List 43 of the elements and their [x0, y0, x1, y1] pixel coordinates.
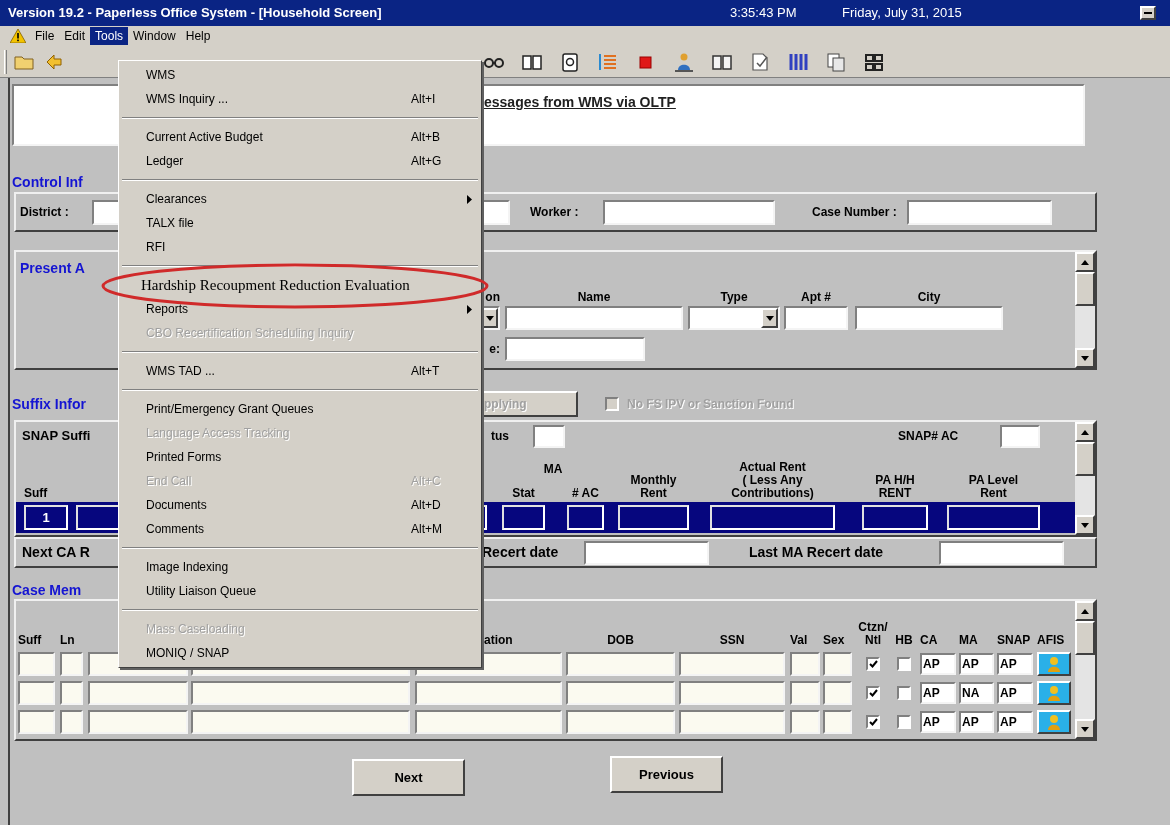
column-header: PA Level Rent [967, 474, 1020, 500]
column-header: Val [790, 634, 809, 647]
field-label: SNAP Suffi [22, 427, 92, 446]
field-label: Last MA Recert date [749, 543, 885, 562]
section-heading: Suffix Infor [12, 394, 87, 414]
current-date: Friday, July 31, 2015 [842, 4, 962, 23]
column-header: MA [543, 463, 563, 476]
column-header: DOB [606, 634, 635, 647]
field-label: tus [490, 428, 509, 445]
field-label: Next CA R [22, 543, 91, 562]
field-label: District : [20, 204, 70, 221]
section-heading: Case Mem [12, 580, 82, 600]
column-header: Sex [823, 634, 846, 647]
clock-time: 3:35:43 PM [730, 4, 798, 23]
column-header: Stat [511, 487, 536, 500]
column-header: Actual Rent ( Less Any Contributions) [730, 461, 815, 500]
field-label: Worker : [530, 204, 580, 221]
column-header: City [916, 289, 942, 306]
column-header: ation [483, 634, 514, 647]
column-header: MA [959, 634, 979, 647]
column-header: Suff [18, 634, 43, 647]
section-heading: Control Inf [12, 172, 83, 192]
column-header: Monthly Rent [629, 474, 678, 500]
window-title: Version 19.2 - Paperless Office System - [Household Screen] [7, 4, 383, 23]
column-header: Type [719, 289, 749, 306]
column-header: Ctzn/ Ntl [858, 621, 888, 647]
column-header: SSN [718, 634, 746, 647]
field-label: SNAP# AC [898, 428, 960, 445]
column-header: Apt # [800, 289, 832, 306]
column-header: Suff [24, 487, 49, 500]
section-heading: Present A [20, 260, 85, 276]
column-header: CA [920, 634, 939, 647]
column-header: on [484, 289, 500, 306]
column-header: HB [894, 634, 914, 647]
column-header: SNAP [997, 634, 1032, 647]
column-header: Ln [60, 634, 76, 647]
column-header: PA H/H RENT [874, 474, 916, 500]
field-label: e: [488, 341, 500, 358]
column-header: Name [576, 289, 612, 306]
checkbox-label: No FS IPV or Sanction Found [627, 396, 794, 413]
field-label: Case Number : [812, 204, 898, 221]
column-header: # AC [571, 487, 600, 500]
column-header: AFIS [1037, 634, 1066, 647]
